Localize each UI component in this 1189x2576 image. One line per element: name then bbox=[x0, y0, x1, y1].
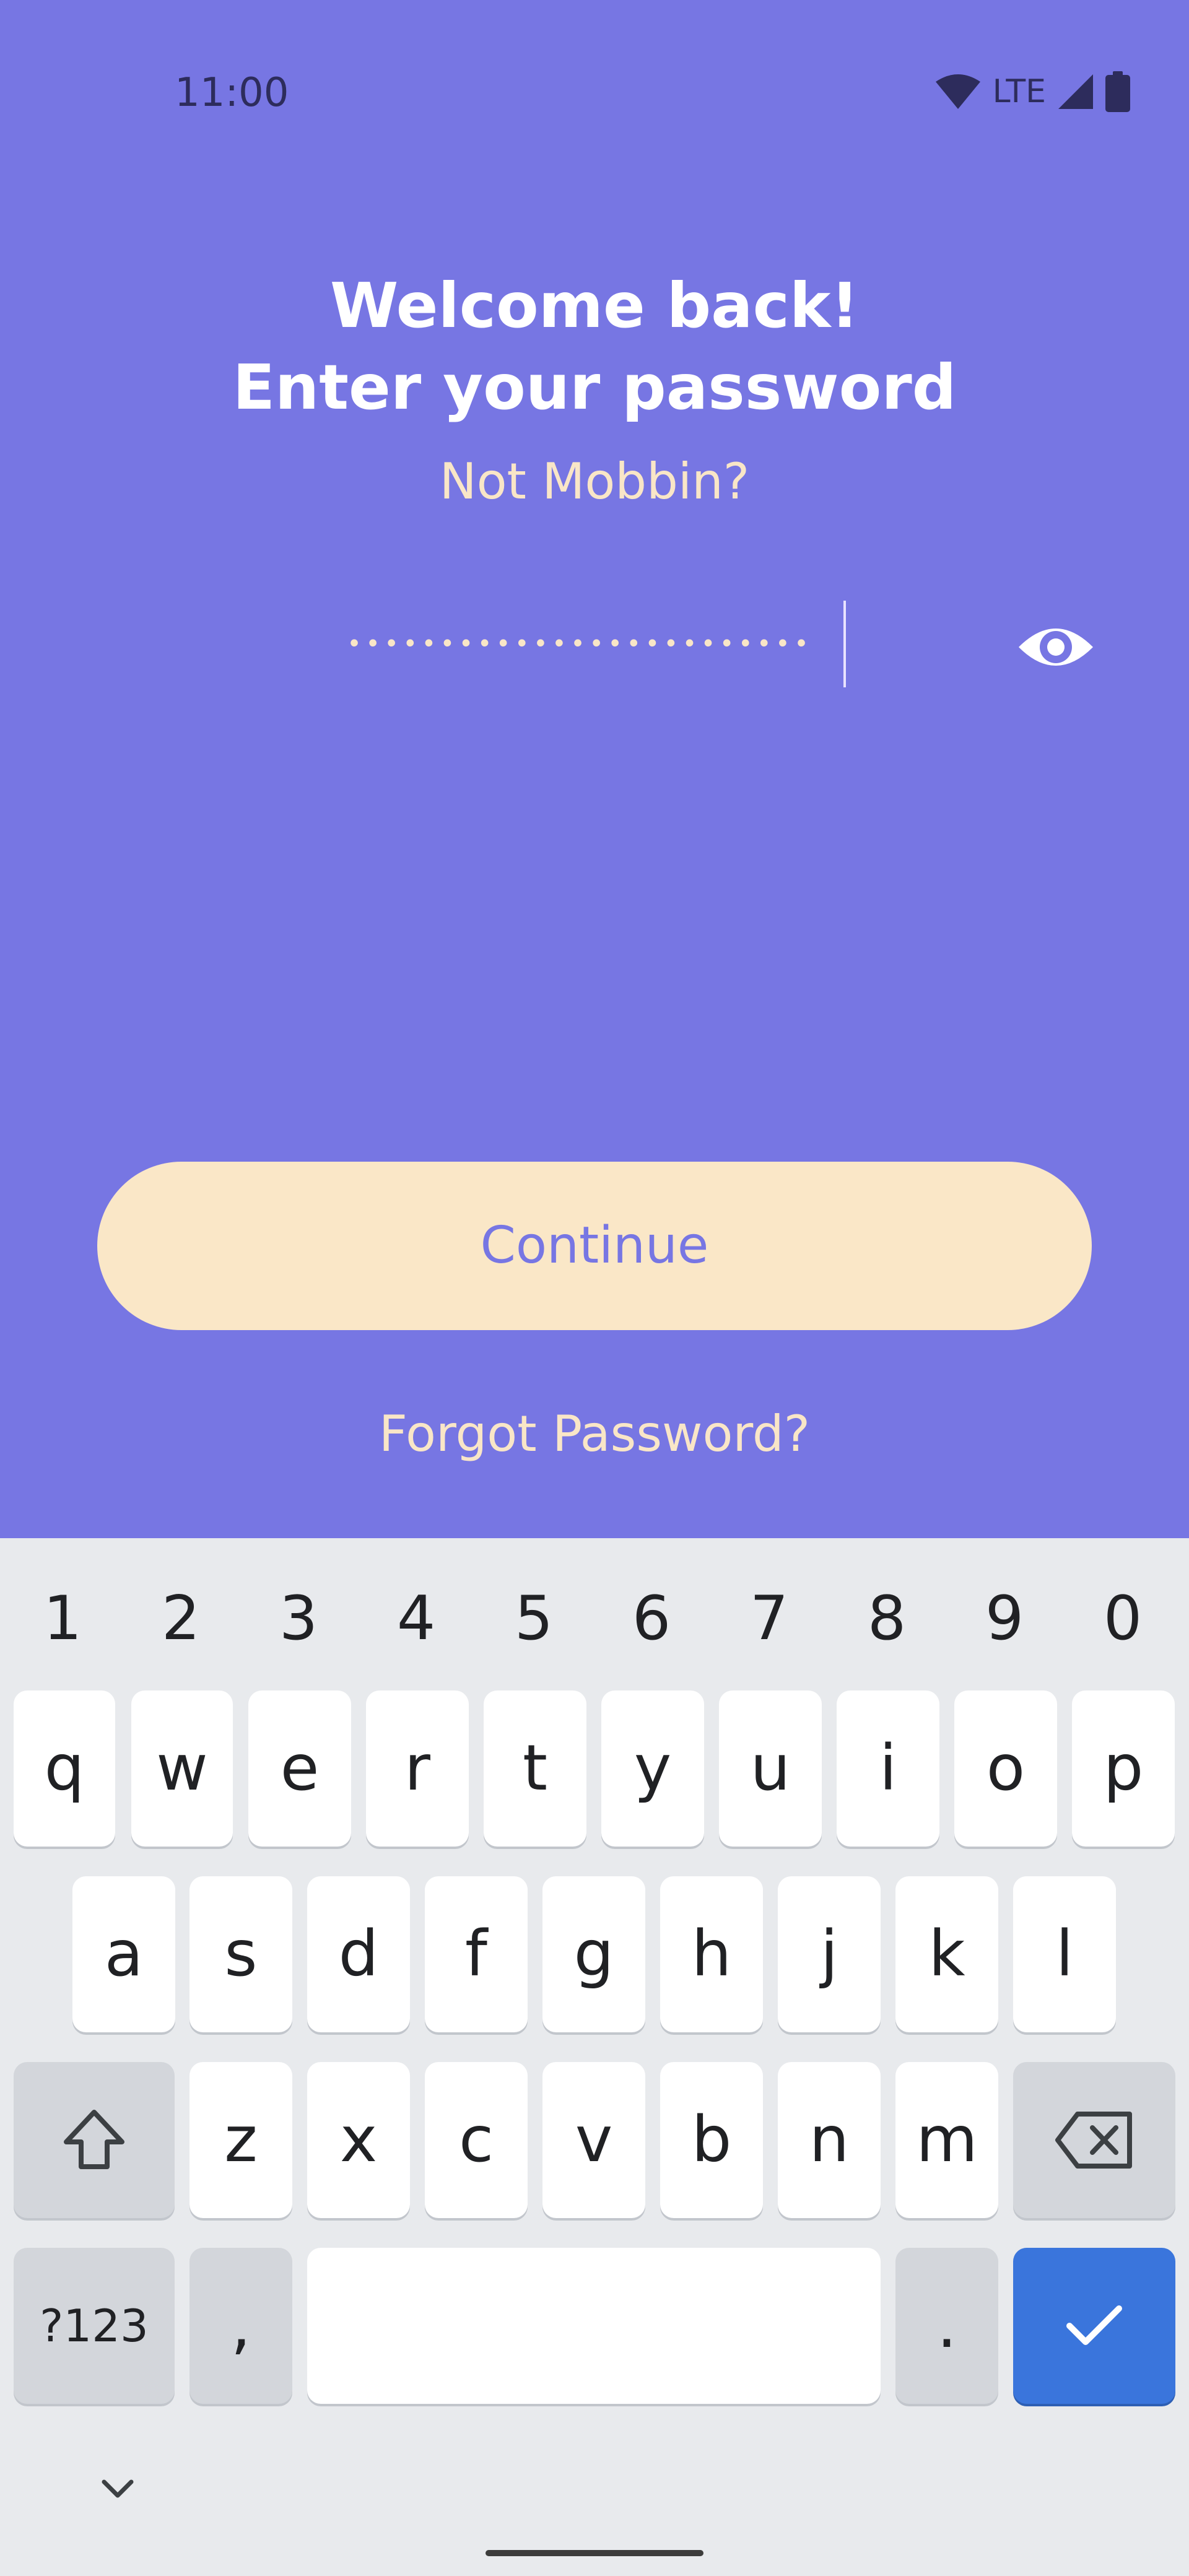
key-w[interactable]: w bbox=[131, 1690, 233, 1847]
key-i[interactable]: i bbox=[837, 1690, 939, 1847]
key-m[interactable]: m bbox=[895, 2062, 998, 2218]
key-b[interactable]: b bbox=[660, 2062, 763, 2218]
shift-key[interactable] bbox=[14, 2062, 175, 2218]
key-5[interactable]: 5 bbox=[475, 1575, 593, 1662]
key-6[interactable]: 6 bbox=[593, 1575, 710, 1662]
key-o[interactable]: o bbox=[954, 1690, 1057, 1847]
login-screen: 11:00 LTE Welcome back! Enter your passw… bbox=[0, 0, 1189, 1538]
key-j[interactable]: j bbox=[778, 1876, 881, 2032]
home-indicator[interactable] bbox=[486, 2550, 703, 2556]
key-8[interactable]: 8 bbox=[828, 1575, 946, 1662]
enter-key[interactable] bbox=[1013, 2248, 1175, 2404]
network-type: LTE bbox=[992, 73, 1046, 110]
wifi-icon bbox=[935, 74, 980, 109]
signal-icon bbox=[1058, 74, 1093, 109]
key-c[interactable]: c bbox=[425, 2062, 528, 2218]
key-1[interactable]: 1 bbox=[4, 1575, 121, 1662]
comma-key[interactable]: , bbox=[189, 2248, 292, 2404]
forgot-password-link[interactable]: Forgot Password? bbox=[0, 1399, 1189, 1469]
space-key[interactable] bbox=[307, 2248, 881, 2404]
key-v[interactable]: v bbox=[542, 2062, 645, 2218]
key-g[interactable]: g bbox=[542, 1876, 645, 2032]
backspace-key[interactable] bbox=[1013, 2062, 1175, 2218]
key-0[interactable]: 0 bbox=[1064, 1575, 1182, 1662]
key-p[interactable]: p bbox=[1072, 1690, 1175, 1847]
key-u[interactable]: u bbox=[719, 1690, 822, 1847]
status-time: 11:00 bbox=[175, 70, 289, 116]
key-3[interactable]: 3 bbox=[240, 1575, 357, 1662]
chevron-down-icon[interactable] bbox=[93, 2471, 142, 2508]
key-f[interactable]: f bbox=[425, 1876, 528, 2032]
key-l[interactable]: l bbox=[1013, 1876, 1116, 2032]
key-a[interactable]: a bbox=[72, 1876, 175, 2032]
password-mask: ••••••••••••••••••••••••• bbox=[347, 630, 813, 658]
key-2[interactable]: 2 bbox=[122, 1575, 240, 1662]
password-prompt: Enter your password bbox=[232, 351, 957, 424]
key-s[interactable]: s bbox=[189, 1876, 292, 2032]
battery-icon bbox=[1105, 71, 1130, 112]
key-h[interactable]: h bbox=[660, 1876, 763, 2032]
backspace-icon bbox=[1055, 2112, 1132, 2169]
period-key[interactable]: . bbox=[895, 2248, 998, 2404]
check-icon bbox=[1066, 2305, 1122, 2345]
status-icons: LTE bbox=[934, 67, 1130, 116]
key-n[interactable]: n bbox=[778, 2062, 881, 2218]
onscreen-keyboard: 1 2 3 4 5 6 7 8 9 0 q w e r t y u i o p … bbox=[0, 1538, 1189, 2576]
number-row: 1 2 3 4 5 6 7 8 9 0 bbox=[0, 1575, 1189, 1662]
key-r[interactable]: r bbox=[366, 1690, 469, 1847]
shift-icon bbox=[64, 2110, 124, 2169]
eye-icon[interactable] bbox=[1016, 613, 1096, 681]
password-input[interactable]: ••••••••••••••••••••••••• bbox=[322, 601, 848, 687]
key-x[interactable]: x bbox=[307, 2062, 410, 2218]
text-cursor bbox=[843, 601, 846, 687]
welcome-title: Welcome back! bbox=[329, 269, 860, 342]
not-user-link[interactable]: Not Mobbin? bbox=[0, 451, 1189, 513]
key-d[interactable]: d bbox=[307, 1876, 410, 2032]
key-k[interactable]: k bbox=[895, 1876, 998, 2032]
key-9[interactable]: 9 bbox=[946, 1575, 1063, 1662]
key-7[interactable]: 7 bbox=[710, 1575, 828, 1662]
key-e[interactable]: e bbox=[248, 1690, 351, 1847]
symbols-key[interactable]: ?123 bbox=[14, 2248, 175, 2404]
key-q[interactable]: q bbox=[14, 1690, 115, 1847]
continue-button[interactable]: Continue bbox=[97, 1162, 1092, 1330]
key-4[interactable]: 4 bbox=[357, 1575, 475, 1662]
key-z[interactable]: z bbox=[189, 2062, 292, 2218]
key-y[interactable]: y bbox=[601, 1690, 704, 1847]
key-t[interactable]: t bbox=[484, 1690, 586, 1847]
